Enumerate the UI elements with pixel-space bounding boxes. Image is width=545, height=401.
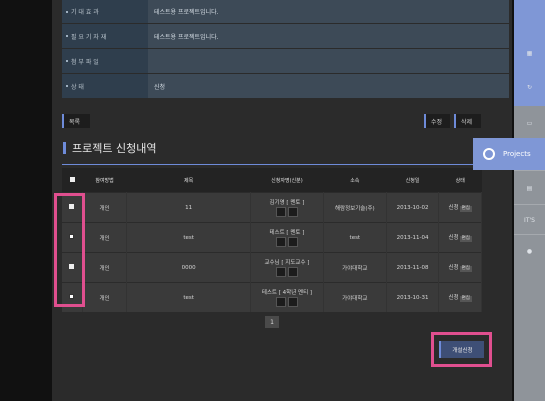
row-edit-button[interactable]: 편집: [459, 296, 472, 302]
bullet-icon: [66, 10, 68, 13]
phone-icon[interactable]: [275, 237, 286, 247]
bullet-icon: [66, 85, 68, 87]
table-header: 참여방법 제목 신청자명(신분) 소속 신청일 상태: [62, 168, 482, 193]
apply-button[interactable]: 개설신청: [439, 341, 484, 358]
info-row-effect: 기 대 효 과 테스트용 프로젝트입니다.: [62, 0, 509, 24]
mail-icon[interactable]: [287, 237, 298, 247]
refresh-icon[interactable]: ↻: [514, 74, 545, 100]
table-row: 개인 test 테스트 [ 4학년 멘티 ] 가야대학교 2013-10-31 …: [62, 282, 482, 312]
sidebar-item-projects[interactable]: Projects: [473, 138, 545, 170]
chat-icon[interactable]: ▤: [514, 172, 545, 204]
table-row: 개인 11 김기영 [ 멘토 ] 해람정보기술(주) 2013-10-02 신청…: [62, 192, 482, 223]
user-icon[interactable]: ●: [514, 236, 545, 266]
row-edit-button[interactable]: 편집: [459, 266, 472, 272]
checkbox-highlight: [54, 193, 85, 307]
phone-icon[interactable]: [275, 267, 286, 277]
mail-icon[interactable]: [287, 297, 298, 307]
table-row: 개인 test 테스트 [ 멘토 ] test 2013-11-04 신청 편집: [62, 222, 482, 253]
delete-button[interactable]: 삭제: [454, 114, 481, 128]
info-table: 기 대 효 과 테스트용 프로젝트입니다. 필 요 기 자 재 테스트용 프로젝…: [62, 0, 509, 99]
phone-icon[interactable]: [275, 207, 286, 217]
row-edit-button[interactable]: 편집: [459, 236, 472, 242]
list-button[interactable]: 목록: [62, 114, 90, 128]
info-row-equipment: 필 요 기 자 재 테스트용 프로젝트입니다.: [62, 24, 509, 49]
row-title-link[interactable]: test: [126, 282, 251, 312]
mail-icon[interactable]: [287, 207, 298, 217]
table-row: 개인 0000 교수님 [ 지도교수 ] 가야대학교 2013-11-08 신청…: [62, 252, 482, 283]
info-row-attachment: 첨 부 파 일: [62, 49, 509, 74]
edit-button[interactable]: 수정: [424, 114, 450, 128]
info-row-status: 상 태 신청: [62, 74, 509, 99]
bullet-icon: [66, 35, 68, 37]
row-title-link[interactable]: test: [126, 222, 251, 253]
monitor-icon[interactable]: ▭: [514, 108, 545, 138]
mail-icon[interactable]: [287, 267, 298, 277]
phone-icon[interactable]: [275, 297, 286, 307]
section-title: 프로젝트 신청내역: [63, 140, 156, 156]
projects-icon: [483, 148, 495, 160]
pagination-page[interactable]: 1: [265, 316, 279, 328]
row-title-link[interactable]: 0000: [126, 252, 251, 283]
application-table: 참여방법 제목 신청자명(신분) 소속 신청일 상태 개인 11 김기영 [ 멘…: [62, 168, 482, 312]
dashboard-icon[interactable]: ▦: [514, 40, 545, 66]
sidebar-item-its[interactable]: IT'S: [514, 206, 545, 234]
divider: [62, 164, 482, 165]
row-edit-button[interactable]: 편집: [459, 206, 472, 212]
bullet-icon: [66, 60, 68, 62]
row-title-link[interactable]: 11: [126, 192, 251, 223]
select-all-checkbox[interactable]: [62, 168, 83, 193]
